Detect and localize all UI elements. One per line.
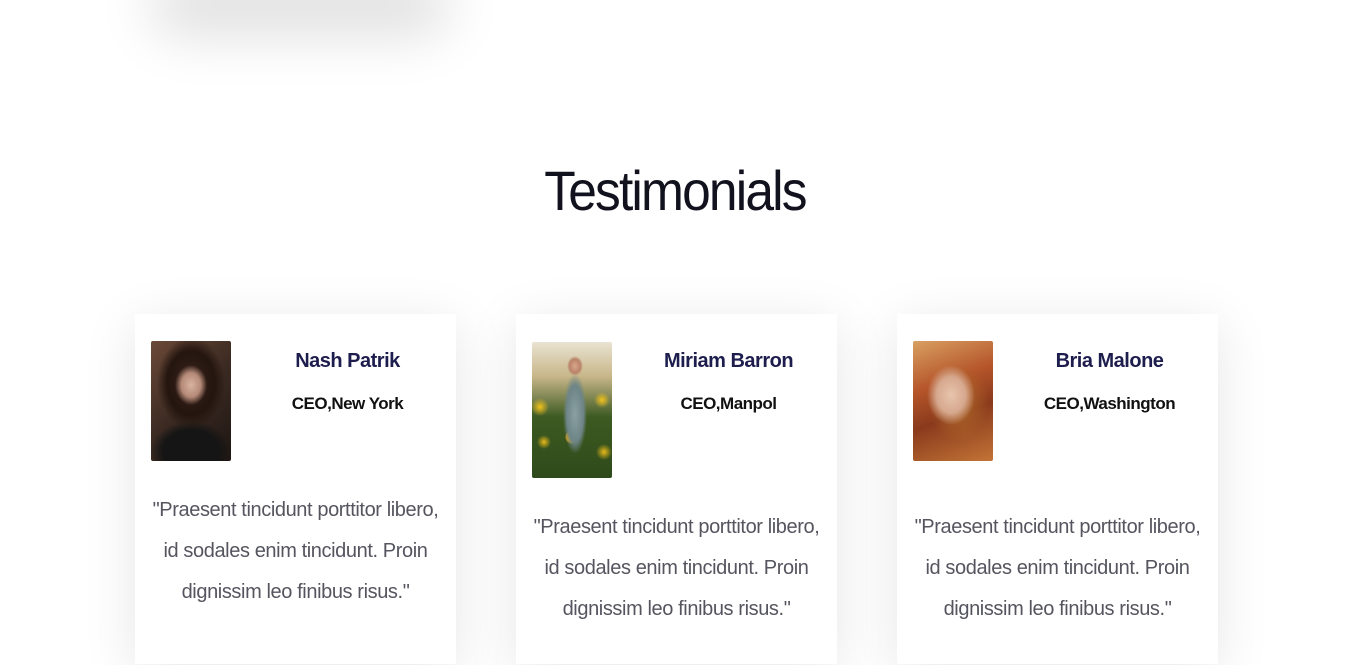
person-role: CEO,New York	[291, 394, 404, 413]
avatar	[913, 341, 993, 461]
person-name: Bria Malone	[1055, 350, 1164, 372]
person-role: CEO,Manpol	[680, 394, 777, 413]
person-name: Miriam Barron	[663, 350, 794, 372]
testimonial-quote: "Praesent tincidunt porttitor libero, id…	[152, 499, 439, 603]
testimonial-card: Miriam Barron CEO,Manpol "Praesent tinci…	[516, 314, 837, 664]
person-role: CEO,Washington	[1043, 394, 1176, 413]
person-name: Nash Patrik	[295, 350, 400, 372]
avatar	[532, 342, 612, 478]
testimonial-card: Bria Malone CEO,Washington "Praesent tin…	[897, 314, 1218, 664]
testimonial-card: Nash Patrik CEO,New York "Praesent tinci…	[135, 314, 456, 664]
testimonial-quote: "Praesent tincidunt porttitor libero, id…	[914, 516, 1201, 620]
testimonial-quote: "Praesent tincidunt porttitor libero, id…	[533, 516, 820, 620]
avatar	[151, 341, 231, 461]
section-title: Testimonials	[544, 159, 807, 222]
testimonials-page: Testimonials Nash Patrik CEO,New York "P…	[0, 0, 1350, 665]
